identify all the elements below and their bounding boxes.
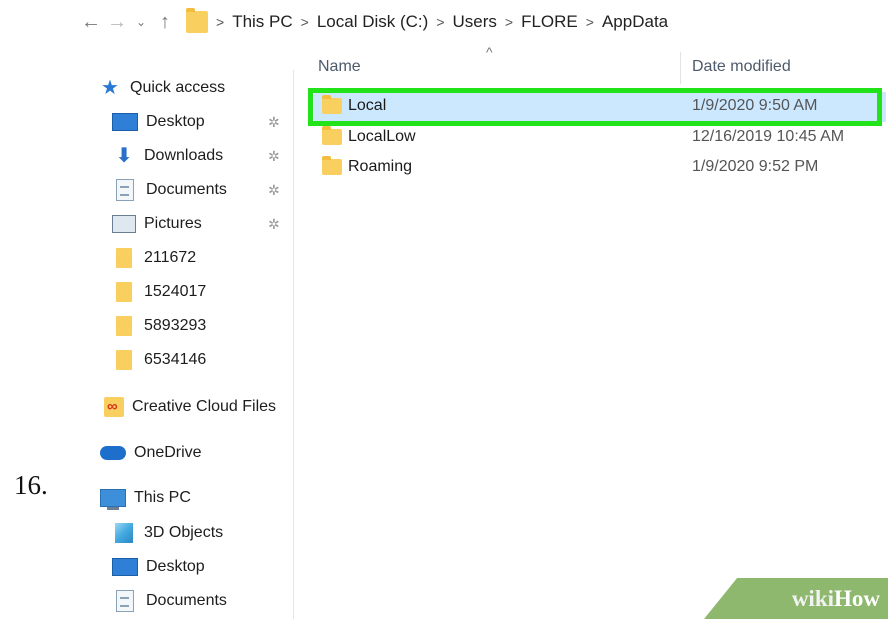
document-icon [116, 590, 134, 612]
file-date-modified: 1/9/2020 9:52 PM [692, 158, 819, 175]
breadcrumb-appdata[interactable]: AppData [602, 12, 668, 32]
sidebar-item-quick-access[interactable]: ★ Quick access [98, 73, 225, 103]
folder-icon [116, 282, 132, 302]
folder-icon [322, 95, 342, 114]
column-header-name[interactable]: Name [318, 58, 361, 76]
3d-objects-icon [115, 523, 133, 543]
forward-arrow-icon[interactable]: → [104, 11, 130, 34]
pictures-icon [112, 215, 136, 233]
folder-icon [116, 248, 132, 268]
sidebar-item-this-pc[interactable]: This PC [100, 483, 191, 513]
folder-icon [322, 126, 342, 145]
file-name: LocalLow [348, 128, 416, 145]
sidebar-item-label: Documents [146, 592, 227, 609]
watermark-text-wiki: wiki [791, 585, 834, 611]
wikihow-watermark: wiki How [704, 578, 888, 619]
file-date-modified: 12/16/2019 10:45 AM [692, 128, 845, 145]
file-name: Roaming [348, 158, 413, 175]
sidebar-item-label: Quick access [130, 79, 226, 96]
sidebar-item-folder-5893293[interactable]: 5893293 [112, 311, 206, 341]
step-number: 16. [14, 470, 48, 500]
navigation-pane: ★ Quick access Desktop ✲ ⬇ Downloads ✲ D… [98, 70, 294, 619]
sidebar-item-label: Creative Cloud Files [132, 398, 277, 415]
sidebar-item-label: Desktop [146, 113, 205, 130]
folder-icon [116, 316, 132, 336]
column-divider[interactable] [680, 52, 681, 84]
sidebar-item-label: 6534146 [144, 351, 207, 368]
desktop-icon [112, 558, 138, 576]
computer-icon [100, 489, 126, 510]
folder-icon [322, 156, 342, 175]
sidebar-item-desktop[interactable]: Desktop [112, 107, 205, 137]
pin-icon[interactable]: ✲ [268, 148, 280, 165]
breadcrumb-separator-icon[interactable]: > [505, 14, 513, 30]
document-icon [116, 179, 134, 201]
sidebar-item-label: OneDrive [134, 444, 202, 461]
breadcrumb-users[interactable]: Users [453, 12, 497, 32]
file-list-header: ^ Name Date modified [296, 44, 888, 84]
sidebar-item-downloads[interactable]: ⬇ Downloads [112, 141, 224, 171]
breadcrumb-separator-icon[interactable]: > [301, 14, 309, 30]
sidebar-item-folder-6534146[interactable]: 6534146 [112, 345, 206, 375]
file-row-local[interactable]: Local 1/9/2020 9:50 AM [314, 92, 886, 122]
pin-icon[interactable]: ✲ [268, 114, 280, 131]
desktop-icon [112, 113, 138, 131]
sidebar-item-label: Desktop [146, 558, 205, 575]
file-date-modified: 1/9/2020 9:50 AM [692, 97, 818, 114]
sidebar-item-label: 211672 [144, 249, 197, 266]
pin-icon[interactable]: ✲ [268, 216, 280, 233]
sidebar-item-pictures[interactable]: Pictures [112, 209, 202, 239]
file-name: Local [348, 97, 387, 114]
file-row-locallow[interactable]: LocalLow 12/16/2019 10:45 AM [314, 123, 886, 153]
sidebar-item-label: This PC [134, 489, 191, 506]
star-icon: ★ [101, 77, 119, 99]
breadcrumb-separator-icon[interactable]: > [436, 14, 444, 30]
sidebar-item-creative-cloud-files[interactable]: Creative Cloud Files [104, 392, 276, 422]
breadcrumb-user-folder[interactable]: FLORE [521, 12, 578, 32]
breadcrumb-this-pc[interactable]: This PC [232, 12, 292, 32]
sidebar-item-onedrive[interactable]: OneDrive [100, 438, 202, 468]
recent-locations-chevron-icon[interactable]: ⌄ [130, 15, 152, 29]
sort-ascending-icon: ^ [486, 44, 493, 60]
sidebar-item-label: Pictures [144, 215, 202, 232]
breadcrumb-separator-icon[interactable]: > [586, 14, 594, 30]
sidebar-item-label: 3D Objects [144, 524, 224, 541]
sidebar-item-desktop-2[interactable]: Desktop [112, 552, 205, 582]
address-folder-icon [186, 8, 208, 33]
up-arrow-icon[interactable]: ↑ [152, 11, 178, 34]
download-icon: ⬇ [115, 145, 133, 167]
watermark-text-how: How [834, 585, 880, 611]
breadcrumb-local-disk[interactable]: Local Disk (C:) [317, 12, 428, 32]
sidebar-item-documents[interactable]: Documents [112, 175, 227, 205]
sidebar-item-3d-objects[interactable]: 3D Objects [112, 518, 223, 548]
sidebar-item-folder-211672[interactable]: 211672 [112, 243, 196, 273]
folder-icon [116, 350, 132, 370]
file-row-roaming[interactable]: Roaming 1/9/2020 9:52 PM [314, 153, 886, 183]
breadcrumb-separator-icon[interactable]: > [216, 14, 224, 30]
sidebar-item-documents-2[interactable]: Documents [112, 586, 227, 616]
creative-cloud-icon [104, 397, 124, 417]
sidebar-item-label: Downloads [144, 147, 224, 164]
onedrive-cloud-icon [100, 446, 126, 460]
sidebar-item-label: 5893293 [144, 317, 207, 334]
address-bar: ← → ⌄ ↑ > This PC > Local Disk (C:) > Us… [78, 6, 888, 38]
sidebar-item-label: 1524017 [144, 283, 207, 300]
sidebar-item-label: Documents [146, 181, 227, 198]
sidebar-item-folder-1524017[interactable]: 1524017 [112, 277, 206, 307]
back-arrow-icon[interactable]: ← [78, 11, 104, 34]
pin-icon[interactable]: ✲ [268, 182, 280, 199]
column-header-date-modified[interactable]: Date modified [692, 58, 791, 76]
